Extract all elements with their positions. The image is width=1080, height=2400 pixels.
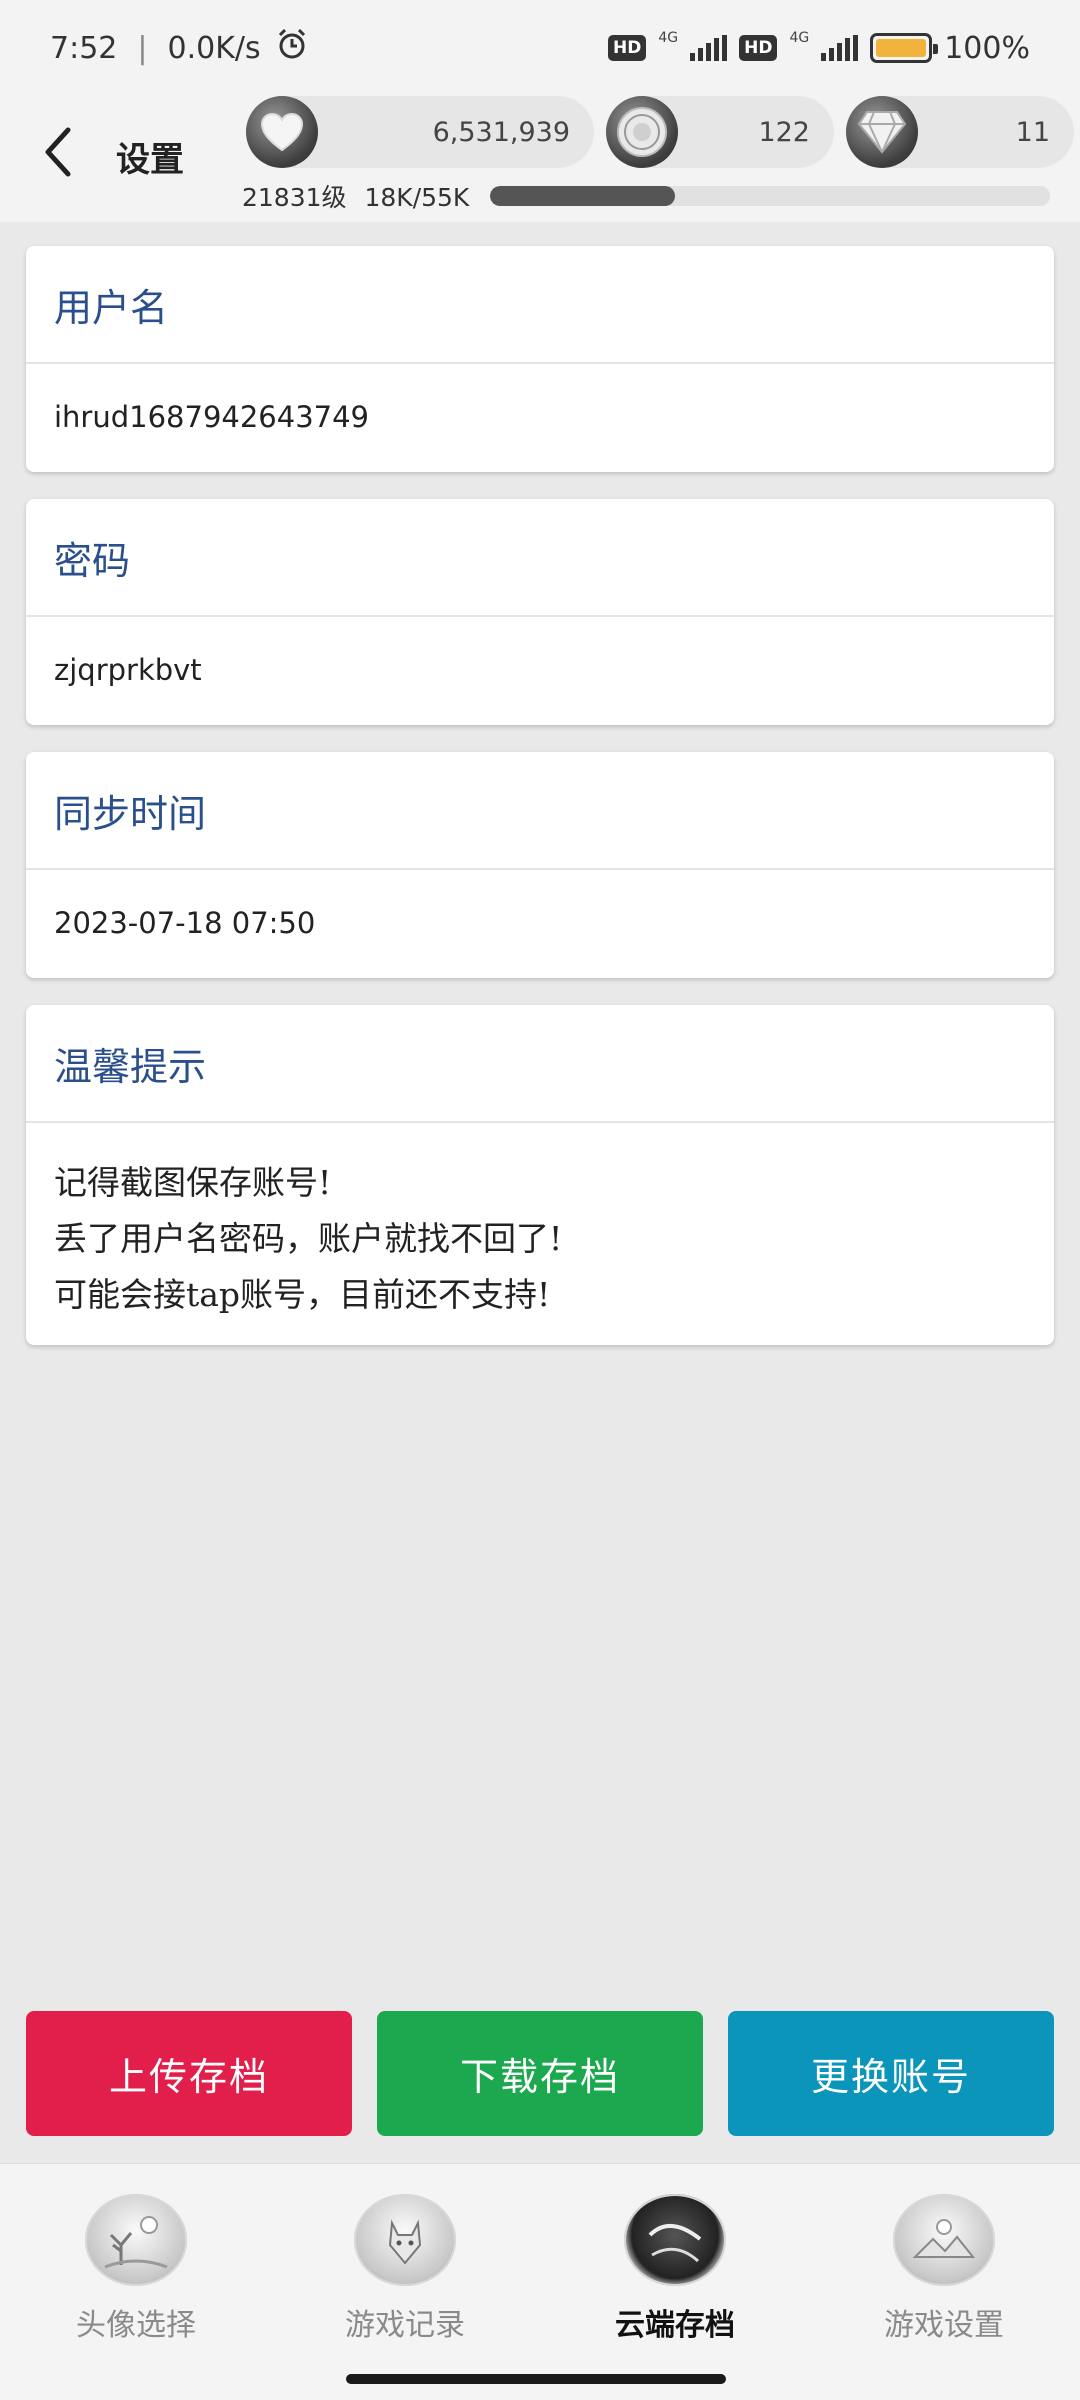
download-save-button[interactable]: 下载存档 (377, 2011, 703, 2136)
username-card-title: 用户名 (26, 246, 1054, 364)
tip-line: 可能会接tap账号，目前还不支持! (54, 1275, 551, 1314)
network-type-label-2: 4G (789, 30, 810, 46)
nav-avatar-select[interactable]: 头像选择 (36, 2194, 236, 2344)
username-value: ihrud1687942643749 (54, 400, 370, 434)
header: 设置 6,531,939 122 11 21831级 18K/55K (0, 96, 1080, 222)
network-type-label: 4G (658, 30, 679, 46)
gems-counter: 11 (846, 96, 1074, 168)
page-title: 设置 (116, 140, 184, 180)
nav-game-settings[interactable]: 游戏设置 (844, 2194, 1044, 2344)
password-card: 密码 zjqrprkbvt (26, 499, 1054, 725)
status-net-speed: 0.0K/s (167, 30, 261, 66)
tip-card-title: 温馨提示 (26, 1005, 1054, 1123)
landscape-icon (893, 2194, 995, 2286)
home-indicator[interactable] (346, 2374, 726, 2384)
signal-icon (690, 35, 728, 61)
password-card-title: 密码 (26, 499, 1054, 617)
battery-level: 100% (944, 30, 1030, 66)
tip-line: 记得截图保存账号! (54, 1163, 332, 1202)
username-card: 用户名 ihrud1687942643749 (26, 246, 1054, 472)
level-info: 21831级 18K/55K (242, 178, 469, 214)
hearts-counter: 6,531,939 (246, 96, 594, 168)
upload-save-button[interactable]: 上传存档 (26, 2011, 352, 2136)
coins-counter: 122 (606, 96, 834, 168)
nav-cloud-label: 云端存档 (615, 2308, 735, 2343)
hearts-value: 6,531,939 (432, 116, 570, 148)
cloud-save-icon (624, 2194, 726, 2286)
nav-game-history[interactable]: 游戏记录 (305, 2194, 505, 2344)
sync-time-card: 同步时间 2023-07-18 07:50 (26, 752, 1054, 978)
status-time: 7:52 (50, 30, 118, 66)
status-bar: 7:52 | 0.0K/s HD 4G HD 4G 100% (0, 0, 1080, 96)
nav-settings-label: 游戏设置 (884, 2308, 1004, 2343)
signal-icon-2 (821, 35, 859, 61)
level-label: 21831级 (242, 183, 347, 212)
diamond-icon (846, 96, 918, 168)
sync-time-value: 2023-07-18 07:50 (54, 906, 316, 940)
xp-progress-bar (490, 186, 1050, 206)
switch-account-button[interactable]: 更换账号 (728, 2011, 1054, 2136)
password-value: zjqrprkbvt (54, 653, 202, 687)
tree-moon-icon (85, 2194, 187, 2286)
nav-history-label: 游戏记录 (345, 2308, 465, 2343)
heart-icon (246, 96, 318, 168)
nav-cloud-save[interactable]: 云端存档 (575, 2194, 775, 2344)
status-separator: | (137, 30, 148, 66)
coins-value: 122 (758, 116, 810, 148)
nav-avatar-label: 头像选择 (76, 2308, 196, 2343)
xp-progress-fill (490, 186, 675, 206)
alarm-icon (275, 27, 309, 69)
sync-time-card-title: 同步时间 (26, 752, 1054, 870)
tip-text: 记得截图保存账号! 丢了用户名密码，账户就找不回了! 可能会接tap账号，目前还… (26, 1123, 1054, 1323)
bottom-nav: 头像选择 游戏记录 云端存档 游戏设置 (0, 2163, 1080, 2400)
tip-card: 温馨提示 记得截图保存账号! 丢了用户名密码，账户就找不回了! 可能会接tap账… (26, 1005, 1054, 1345)
tip-line: 丢了用户名密码，账户就找不回了! (54, 1219, 563, 1258)
hd-badge-2: HD (739, 35, 778, 61)
wolf-icon (354, 2194, 456, 2286)
back-button[interactable] (38, 124, 78, 180)
coin-icon (606, 96, 678, 168)
hd-badge: HD (608, 35, 647, 61)
chevron-left-icon (45, 127, 71, 177)
battery-icon (870, 33, 939, 63)
gems-value: 11 (1015, 116, 1050, 148)
xp-label: 18K/55K (364, 183, 470, 212)
